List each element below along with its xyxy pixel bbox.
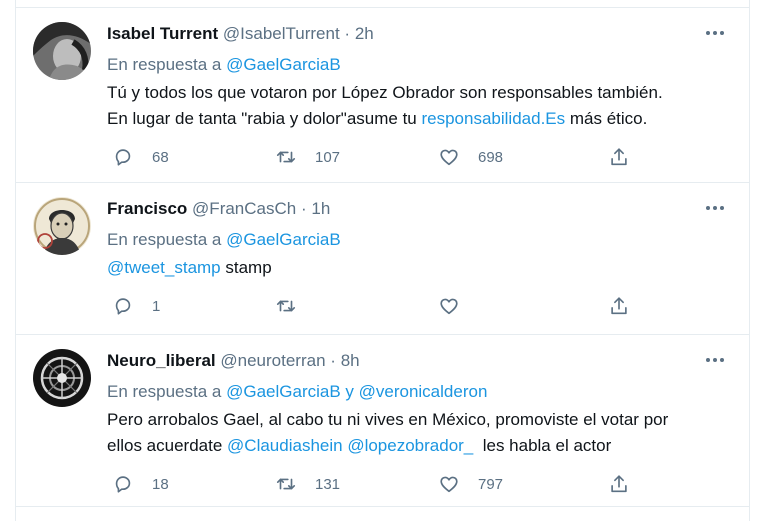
reply-prefix: En respuesta a [107,382,222,401]
reply-button[interactable]: 18 [112,472,169,496]
author-handle[interactable]: @IsabelTurrent [223,24,340,43]
tweet[interactable]: Neuro_liberal @neuroterran · 8h En respu… [16,335,749,507]
share-icon [611,297,627,315]
text-segment: más ético. [565,109,648,128]
reply-prefix: En respuesta a [107,55,222,74]
retweet-button[interactable]: 131 [275,472,340,496]
retweet-icon [276,151,296,163]
reply-button[interactable]: 68 [112,145,169,169]
share-icon [611,475,627,493]
tweet-header: Isabel Turrent @IsabelTurrent · 2h [107,23,374,45]
share-button[interactable] [608,145,630,169]
like-count: 698 [478,148,504,166]
author-handle[interactable]: @FranCasCh [192,199,296,218]
tweet-text: Pero arrobalos Gael, al cabo tu ni vives… [107,407,668,459]
reply-context: En respuesta a @GaelGarciaB y @veronical… [107,381,487,403]
retweet-button[interactable] [275,294,315,318]
like-button[interactable] [438,294,478,318]
text-mention[interactable]: @lopezobrador_ [347,436,473,455]
like-count: 797 [478,475,504,493]
tweet-text: Tú y todos los que votaron por López Obr… [107,80,663,132]
timestamp[interactable]: 1h [311,199,330,218]
retweet-icon [276,300,296,312]
reply-icon [115,476,131,493]
text-segment: stamp [220,258,272,277]
reply-mention[interactable]: @GaelGarciaB [226,230,341,249]
tweet[interactable]: Isabel Turrent @IsabelTurrent · 2h En re… [16,8,749,183]
share-button[interactable] [608,294,630,318]
reply-context: En respuesta a @GaelGarciaB [107,229,341,251]
text-segment: En lugar de tanta "rabia y dolor"asume t… [107,109,422,128]
text-segment: ellos acuerdate [107,436,228,455]
share-icon [611,148,627,166]
share-button[interactable] [608,472,630,496]
avatar[interactable] [33,22,91,80]
separator-dot: · [330,351,336,370]
timestamp[interactable]: 8h [341,351,360,370]
tweet-actions: 18 131 797 [107,472,647,496]
more-options-icon[interactable] [703,20,727,44]
tweet-actions: 1 [107,294,647,318]
avatar[interactable] [33,349,91,407]
retweet-icon [276,478,296,490]
reply-joiner: y [340,382,359,401]
like-icon [440,298,458,315]
text-mention[interactable]: @Claudiashein [227,436,343,455]
tweet-actions: 68 107 698 [107,145,647,169]
tweet[interactable]: Francisco @FranCasCh · 1h En respuesta a… [16,183,749,335]
reply-icon [115,298,131,315]
text-link[interactable]: responsabilidad.Es [421,109,565,128]
reply-count: 18 [152,475,169,493]
tweet-text-line: Tú y todos los que votaron por López Obr… [107,83,663,102]
timeline-feed: Isabel Turrent @IsabelTurrent · 2h En re… [15,0,750,521]
tweet-text-line: En lugar de tanta "rabia y dolor"asume t… [107,106,663,132]
reply-count: 1 [152,297,161,315]
avatar[interactable] [33,197,91,255]
tweet-text: @tweet_stamp stamp [107,255,272,281]
reply-count: 68 [152,148,169,166]
tweet-header: Francisco @FranCasCh · 1h [107,198,330,220]
author-name[interactable]: Neuro_liberal [107,351,216,370]
like-icon [440,149,458,166]
like-button[interactable]: 797 [438,472,503,496]
like-button[interactable]: 698 [438,145,503,169]
author-name[interactable]: Isabel Turrent [107,24,218,43]
like-icon [440,476,458,493]
author-handle[interactable]: @neuroterran [220,351,325,370]
reply-mention[interactable]: @GaelGarciaB [226,55,341,74]
tweet-text-line: Pero arrobalos Gael, al cabo tu ni vives… [107,410,669,429]
more-options-icon[interactable] [703,347,727,371]
text-segment: les habla el actor [473,436,612,455]
retweet-count: 107 [315,148,341,166]
reply-prefix: En respuesta a [107,230,222,249]
more-options-icon[interactable] [703,195,727,219]
tweet-text-line: ellos acuerdate @Claudiashein @lopezobra… [107,433,668,459]
reply-mention[interactable]: @GaelGarciaB [226,382,341,401]
tweet-text-line: @tweet_stamp stamp [107,255,272,281]
reply-button[interactable]: 1 [112,294,160,318]
tweet-header: Neuro_liberal @neuroterran · 8h [107,350,360,372]
reply-icon [115,149,131,166]
separator-dot: · [300,199,307,218]
reply-context: En respuesta a @GaelGarciaB [107,54,341,76]
reply-mention[interactable]: @veronicalderon [359,382,488,401]
text-mention[interactable]: @tweet_stamp [107,258,221,277]
retweet-button[interactable]: 107 [275,145,340,169]
retweet-count: 131 [315,475,341,493]
separator-dot: · [344,24,351,43]
author-name[interactable]: Francisco [107,199,187,218]
timestamp[interactable]: 2h [355,24,374,43]
